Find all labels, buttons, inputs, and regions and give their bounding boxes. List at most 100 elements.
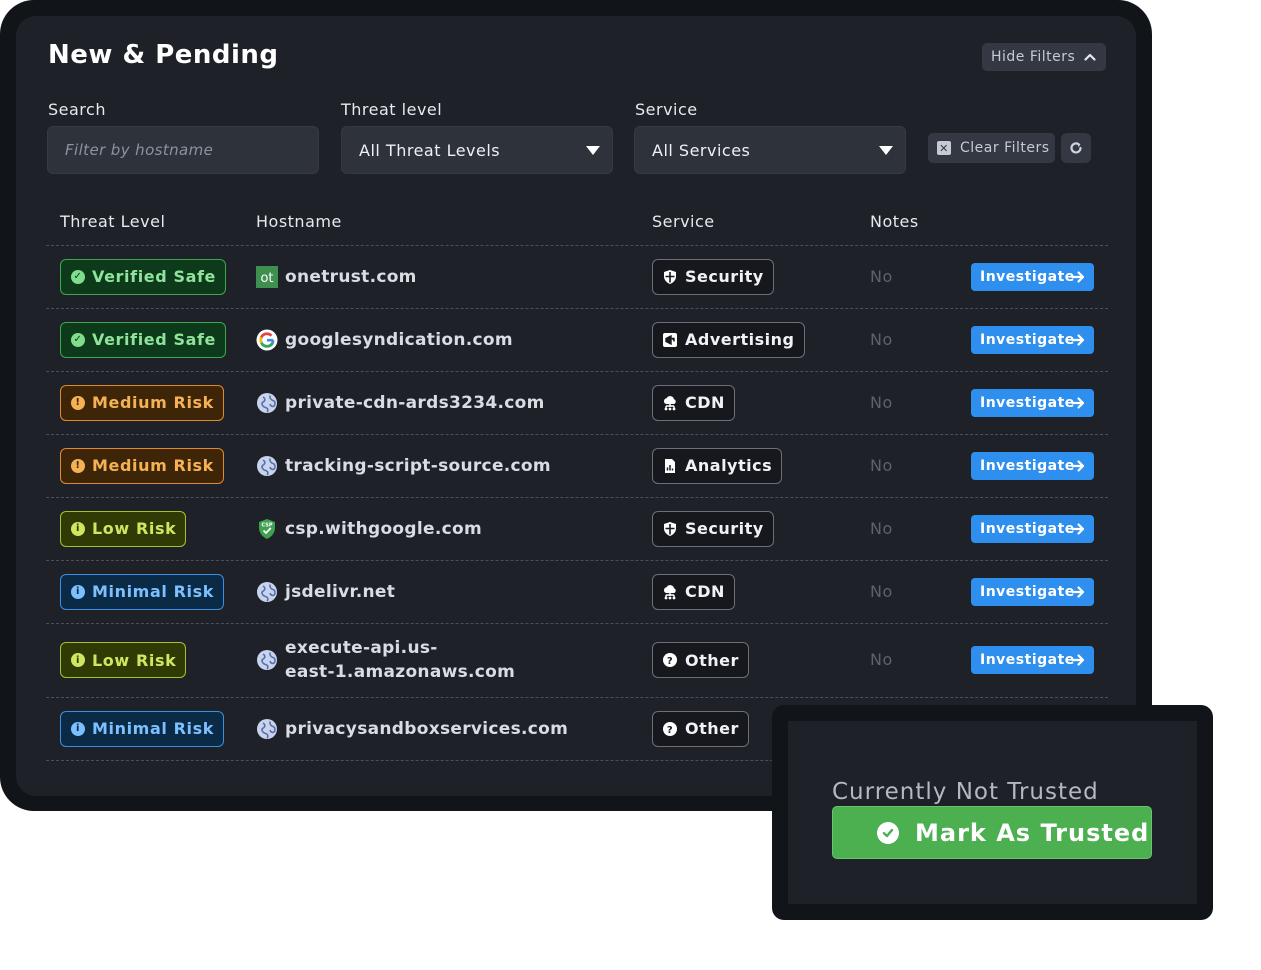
investigate-label: Investigate	[980, 652, 1075, 668]
hide-filters-button[interactable]: Hide Filters	[982, 43, 1106, 71]
refresh-button[interactable]	[1061, 133, 1091, 163]
hostname[interactable]: jsdelivr.net	[285, 580, 395, 604]
notes-value: No	[870, 266, 893, 286]
threat-badge: i Minimal Risk	[60, 710, 224, 747]
megaphone-icon	[663, 332, 677, 347]
arrow-right-icon	[1071, 459, 1085, 472]
service-select[interactable]: All Services	[634, 126, 906, 174]
threat-label: Low Risk	[92, 519, 177, 538]
threat-badge: ! Medium Risk	[60, 384, 224, 421]
notes-value: No	[870, 518, 893, 538]
service-tag: CDN	[652, 384, 735, 421]
service-label: Security	[685, 267, 764, 286]
check-circle-icon	[877, 822, 899, 844]
site-favicon-icon: ot	[256, 265, 278, 288]
arrow-right-icon	[1071, 654, 1085, 666]
site-favicon-icon	[256, 718, 278, 740]
investigate-label: Investigate	[980, 394, 1075, 411]
caret-down-icon	[586, 146, 600, 155]
svg-text:?: ?	[667, 656, 673, 667]
investigate-label: Investigate	[980, 331, 1075, 348]
service-tag: Advertising	[652, 321, 805, 358]
hostname[interactable]: private-cdn-ards3234.com	[285, 391, 545, 415]
threat-badge: i Low Risk	[60, 510, 187, 547]
threat-panel: New & Pending Hide Filters Search Threat…	[16, 16, 1136, 796]
threat-label: Minimal Risk	[92, 582, 214, 601]
close-icon: ✕	[937, 141, 951, 155]
hostname-line: east-1.amazonaws.com	[285, 662, 516, 682]
hostname-line: onetrust.com	[285, 266, 417, 287]
row-divider	[46, 434, 1108, 435]
column-header-hostname: Hostname	[256, 212, 342, 231]
investigate-button[interactable]: Investigate	[971, 646, 1094, 674]
hostname[interactable]: execute-api.us-east-1.amazonaws.com	[285, 636, 515, 684]
chevron-up-icon	[1084, 53, 1096, 61]
row-divider	[46, 308, 1108, 309]
threat-label: Verified Safe	[92, 267, 216, 286]
table-row: i Low Risk CSP csp.withgoogle.com Security No…	[46, 497, 1108, 560]
arrow-right-icon	[1071, 333, 1085, 346]
mark-as-trusted-button[interactable]: Mark As Trusted	[832, 806, 1152, 859]
arrow-right-icon	[1071, 270, 1085, 283]
service-label: CDN	[685, 393, 725, 412]
check-circle-icon: ✓	[71, 269, 85, 284]
service-tag: CDN	[652, 573, 735, 610]
hostname-line: jsdelivr.net	[285, 581, 396, 602]
hostname-line: googlesyndication.com	[285, 329, 513, 350]
notes-value: No	[870, 581, 893, 601]
search-input[interactable]	[48, 127, 318, 173]
notes-value: No	[870, 650, 893, 669]
service-label: Advertising	[685, 330, 795, 349]
service-value: All Services	[652, 140, 751, 160]
threat-label: Verified Safe	[92, 330, 216, 349]
threat-label: Medium Risk	[92, 456, 214, 475]
threat-level-label: Threat level	[341, 100, 443, 119]
column-header-notes: Notes	[870, 212, 919, 231]
trust-popup-body: Currently Not Trusted Mark As Trusted	[788, 721, 1197, 904]
app-frame: New & Pending Hide Filters Search Threat…	[0, 0, 1152, 811]
hostname[interactable]: onetrust.com	[285, 265, 417, 289]
arrow-right-icon	[1071, 396, 1085, 409]
site-favicon-icon: CSP	[256, 518, 278, 540]
hostname[interactable]: privacysandboxservices.com	[285, 717, 568, 741]
service-tag: ? Other	[652, 642, 749, 678]
hostname-line: tracking-script-source.com	[285, 455, 551, 476]
hostname[interactable]: tracking-script-source.com	[285, 454, 551, 478]
info-icon: i	[71, 584, 85, 599]
row-divider	[46, 697, 1108, 698]
table-row: ✓ Verified Safe googlesyndication.com Adver…	[46, 308, 1108, 371]
table-row: i Low Risk execute-api.us-east-1.amazonaws…	[46, 623, 1108, 697]
clear-filters-button[interactable]: ✕ Clear Filters	[928, 133, 1055, 163]
info-icon: i	[71, 653, 85, 667]
hostname[interactable]: googlesyndication.com	[285, 328, 513, 352]
table-row: ✓ Verified Safe ot onetrust.com Security No In…	[46, 245, 1108, 308]
notes-value: No	[870, 329, 893, 349]
question-icon: ?	[663, 653, 677, 667]
hostname-line: execute-api.us-	[285, 638, 438, 658]
investigate-button[interactable]: Investigate	[971, 514, 1094, 543]
table-row: ! Medium Risk tracking-script-source.com An…	[46, 434, 1108, 497]
hostname[interactable]: csp.withgoogle.com	[285, 517, 482, 541]
threat-badge: i Low Risk	[60, 642, 187, 678]
hostname-line: csp.withgoogle.com	[285, 518, 482, 539]
investigate-button[interactable]: Investigate	[971, 262, 1094, 291]
investigate-button[interactable]: Investigate	[971, 388, 1094, 417]
service-label: CDN	[685, 582, 725, 601]
threat-level-select[interactable]: All Threat Levels	[341, 126, 613, 174]
investigate-button[interactable]: Investigate	[971, 577, 1094, 606]
investigate-label: Investigate	[980, 457, 1075, 474]
table-row: i Minimal Risk jsdelivr.net CDN No Investigat…	[46, 560, 1108, 623]
row-divider	[46, 371, 1108, 372]
table-row: ! Medium Risk private-cdn-ards3234.com CDN N…	[46, 371, 1108, 434]
shield-icon	[664, 521, 676, 536]
threat-badge: ✓ Verified Safe	[60, 321, 226, 358]
investigate-button[interactable]: Investigate	[971, 325, 1094, 354]
search-field[interactable]	[47, 126, 319, 174]
row-divider	[46, 560, 1108, 561]
warning-icon: !	[71, 458, 85, 473]
cloud-network-icon	[664, 395, 676, 410]
threat-label: Low Risk	[92, 650, 177, 670]
svg-text:CSP: CSP	[261, 522, 272, 528]
hostname-line: privacysandboxservices.com	[285, 718, 569, 739]
investigate-button[interactable]: Investigate	[971, 451, 1094, 480]
